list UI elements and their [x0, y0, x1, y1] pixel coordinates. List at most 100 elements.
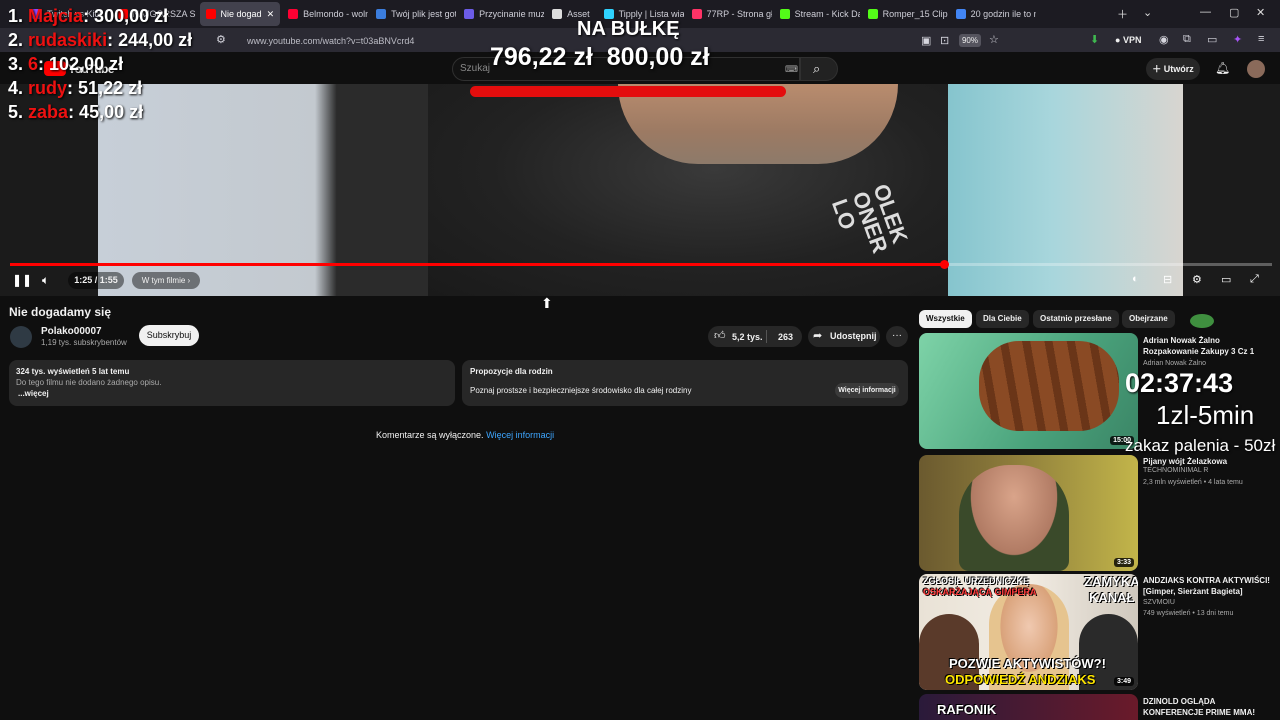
comments-more-info-link[interactable]: Więcej informacji: [486, 430, 554, 440]
autoplay-toggle-icon[interactable]: ◐: [1132, 273, 1139, 285]
volume-icon[interactable]: 🔈︎: [42, 273, 49, 289]
more-actions-button[interactable]: ···: [886, 326, 908, 347]
recommendation-meta: 2,3 mln wyświetleń • 4 lata temu: [1143, 479, 1243, 486]
tab-favicon-icon: [779, 9, 790, 19]
video-title: Nie dogadamy się: [9, 305, 112, 319]
tab-favicon-icon: [376, 9, 387, 19]
recommendation-thumbnail[interactable]: RAFONIK: [919, 694, 1138, 720]
recommendation-channel[interactable]: Adrian Nowak Żalno: [1143, 360, 1206, 367]
minimize-icon[interactable]: —: [1200, 6, 1211, 18]
browser-tab[interactable]: Nie dogad ✕: [199, 2, 281, 26]
tab-favicon-icon: [205, 9, 216, 19]
browser-tab[interactable]: Romper_15 Clips: [862, 2, 948, 26]
thumb-caption: RAFONIK: [937, 702, 997, 717]
tab-label: 77RP - Strona głó: [706, 9, 772, 19]
download-icon[interactable]: ⬇: [1090, 33, 1099, 46]
browser-tab[interactable]: Twój plik jest got: [370, 2, 456, 26]
extension-icon[interactable]: ✦: [1233, 33, 1242, 46]
share-icon: ➦: [813, 330, 823, 342]
menu-icon[interactable]: ≡: [1258, 33, 1264, 45]
tab-label: Przycinanie muzy: [479, 9, 545, 19]
picture-in-picture-icon[interactable]: ▣: [921, 34, 931, 47]
tab-favicon-icon: [867, 9, 878, 19]
channel-name[interactable]: Polako00007: [41, 326, 102, 337]
url-field[interactable]: www.youtube.com/watch?v=t03aBNVcrd4: [247, 36, 414, 46]
account-icon[interactable]: ◉: [1159, 33, 1169, 46]
sidebar-icon[interactable]: ▭: [1207, 33, 1217, 46]
thumb-caption: POZWIE AKTYWISTÓW?!: [949, 656, 1106, 671]
user-avatar[interactable]: [1247, 60, 1265, 78]
fullscreen-icon[interactable]: ⤢: [1250, 273, 1259, 286]
chip-all[interactable]: Wszystkie: [919, 310, 972, 328]
description-more-link[interactable]: ...więcej: [18, 389, 49, 398]
goal-amounts: 796,22 zł 800,00 zł: [490, 43, 710, 72]
keyboard-icon[interactable]: ⌨: [785, 64, 798, 75]
new-tab-icon[interactable]: ＋: [1117, 6, 1128, 22]
leaderboard-row: 4. rudy: 51,22 zł: [8, 78, 142, 99]
stream-timer-rate: 1zl-5min: [1156, 400, 1255, 430]
browser-tab[interactable]: Stream - Kick Das: [774, 2, 860, 26]
thumbs-up-icon: 👍︎: [714, 330, 726, 342]
family-more-info-button[interactable]: Więcej informacji: [835, 383, 899, 398]
vpn-label: VPN: [1122, 35, 1142, 45]
close-tab-icon[interactable]: ✕: [267, 9, 275, 20]
notifications-bell-icon[interactable]: 🔔︎: [1215, 61, 1230, 75]
zoom-level[interactable]: 90%: [959, 34, 981, 47]
leaderboard-amount: : 102,00 zł: [38, 54, 124, 74]
leaderboard-rank: 2.: [8, 30, 24, 50]
recommendation-title[interactable]: ANDZIAKS KONTRA AKTYWIŚCI! [Gimper, Sier…: [1143, 575, 1275, 597]
chip-for-you[interactable]: Dla Ciebie: [976, 310, 1029, 328]
recommendation-title[interactable]: Adrian Nowak Żalno Rozpakowanie Zakupy 3…: [1143, 335, 1275, 357]
tab-label: Nie dogad: [220, 9, 262, 19]
chip-recently-uploaded[interactable]: Ostatnio przesłane: [1033, 310, 1119, 328]
leaderboard-row: 5. zaba: 45,00 zł: [8, 102, 143, 123]
site-settings-icon[interactable]: ⚙: [216, 33, 226, 46]
comments-disabled-text: Komentarze są wyłączone.: [376, 430, 484, 440]
screenshot-icon[interactable]: ⊡: [940, 34, 949, 47]
subtitles-icon[interactable]: ⊟: [1163, 273, 1172, 286]
browser-tab[interactable]: 20 godzin ile to m: [950, 2, 1036, 26]
thumb-caption: OSKARŻAJĄCĄ GIMPERA: [923, 587, 1037, 597]
bookmark-star-icon[interactable]: ☆: [989, 33, 999, 46]
dislike-button[interactable]: 263: [778, 332, 793, 342]
channel-avatar[interactable]: [10, 326, 32, 348]
recommendation-channel[interactable]: SZVMOIU: [1143, 599, 1175, 606]
recommendation-title[interactable]: DZINOLD OGLĄDA KONFERENCJE PRIME MMA!: [1143, 696, 1275, 718]
settings-gear-icon[interactable]: ⚙: [1192, 273, 1202, 286]
family-card-title: Propozycje dla rodzin: [470, 367, 553, 376]
tab-label: 20 godzin ile to m: [970, 9, 1036, 19]
thumb-caption: KANAŁ: [1089, 590, 1135, 605]
tab-favicon-icon: [552, 9, 563, 19]
pause-button[interactable]: ❚❚: [12, 273, 32, 289]
tab-label: Stream - Kick Das: [794, 9, 860, 19]
progress-played: [10, 263, 944, 266]
recommendation-channel[interactable]: TECHNOMINIMAL R: [1143, 467, 1208, 474]
leaderboard-amount: : 244,00 zł: [107, 30, 193, 50]
leaderboard-name: 6: [28, 54, 39, 74]
maximize-icon[interactable]: ▢: [1229, 6, 1239, 19]
close-window-icon[interactable]: ✕: [1256, 6, 1265, 19]
recommendation-thumbnail[interactable]: ZGŁOSIŁ URZĘDNICZKĘ OSKARŻAJĄCĄ GIMPERA …: [919, 574, 1138, 690]
leaderboard-rank: 3.: [8, 54, 24, 74]
theater-mode-icon[interactable]: ▭: [1221, 273, 1231, 286]
subscribe-button[interactable]: Subskrybuj: [139, 325, 199, 346]
leaderboard-row: 2. rudaskiki: 244,00 zł: [8, 30, 192, 51]
browser-tab[interactable]: Przycinanie muzy: [458, 2, 544, 26]
recommendation-title[interactable]: Pijany wójt Żelazkowa: [1143, 456, 1275, 467]
search-button[interactable]: ⌕: [800, 57, 838, 81]
browser-tab[interactable]: Belmondo - woln: [282, 2, 368, 26]
chapter-button[interactable]: W tym filmie ›: [132, 272, 200, 289]
vpn-button[interactable]: ● VPN: [1115, 35, 1141, 45]
browser-tab[interactable]: 77RP - Strona głó: [686, 2, 772, 26]
subscriber-count: 1,19 tys. subskrybentów: [41, 338, 127, 347]
extensions-icon[interactable]: ⧉: [1183, 33, 1191, 46]
sausages-image: [979, 341, 1119, 431]
progress-scrubber[interactable]: [939, 260, 949, 269]
video-duration: 3:33: [1113, 558, 1134, 567]
create-button[interactable]: ＋ Utwórz: [1146, 58, 1200, 80]
thumb-caption: ZAMYKA: [1084, 574, 1138, 589]
recommendation-thumbnail[interactable]: 15:00: [919, 333, 1138, 449]
recommendation-thumbnail[interactable]: 3:33: [919, 455, 1138, 571]
chip-watched[interactable]: Obejrzane: [1122, 310, 1175, 328]
tab-list-icon[interactable]: ⌄: [1143, 6, 1152, 19]
